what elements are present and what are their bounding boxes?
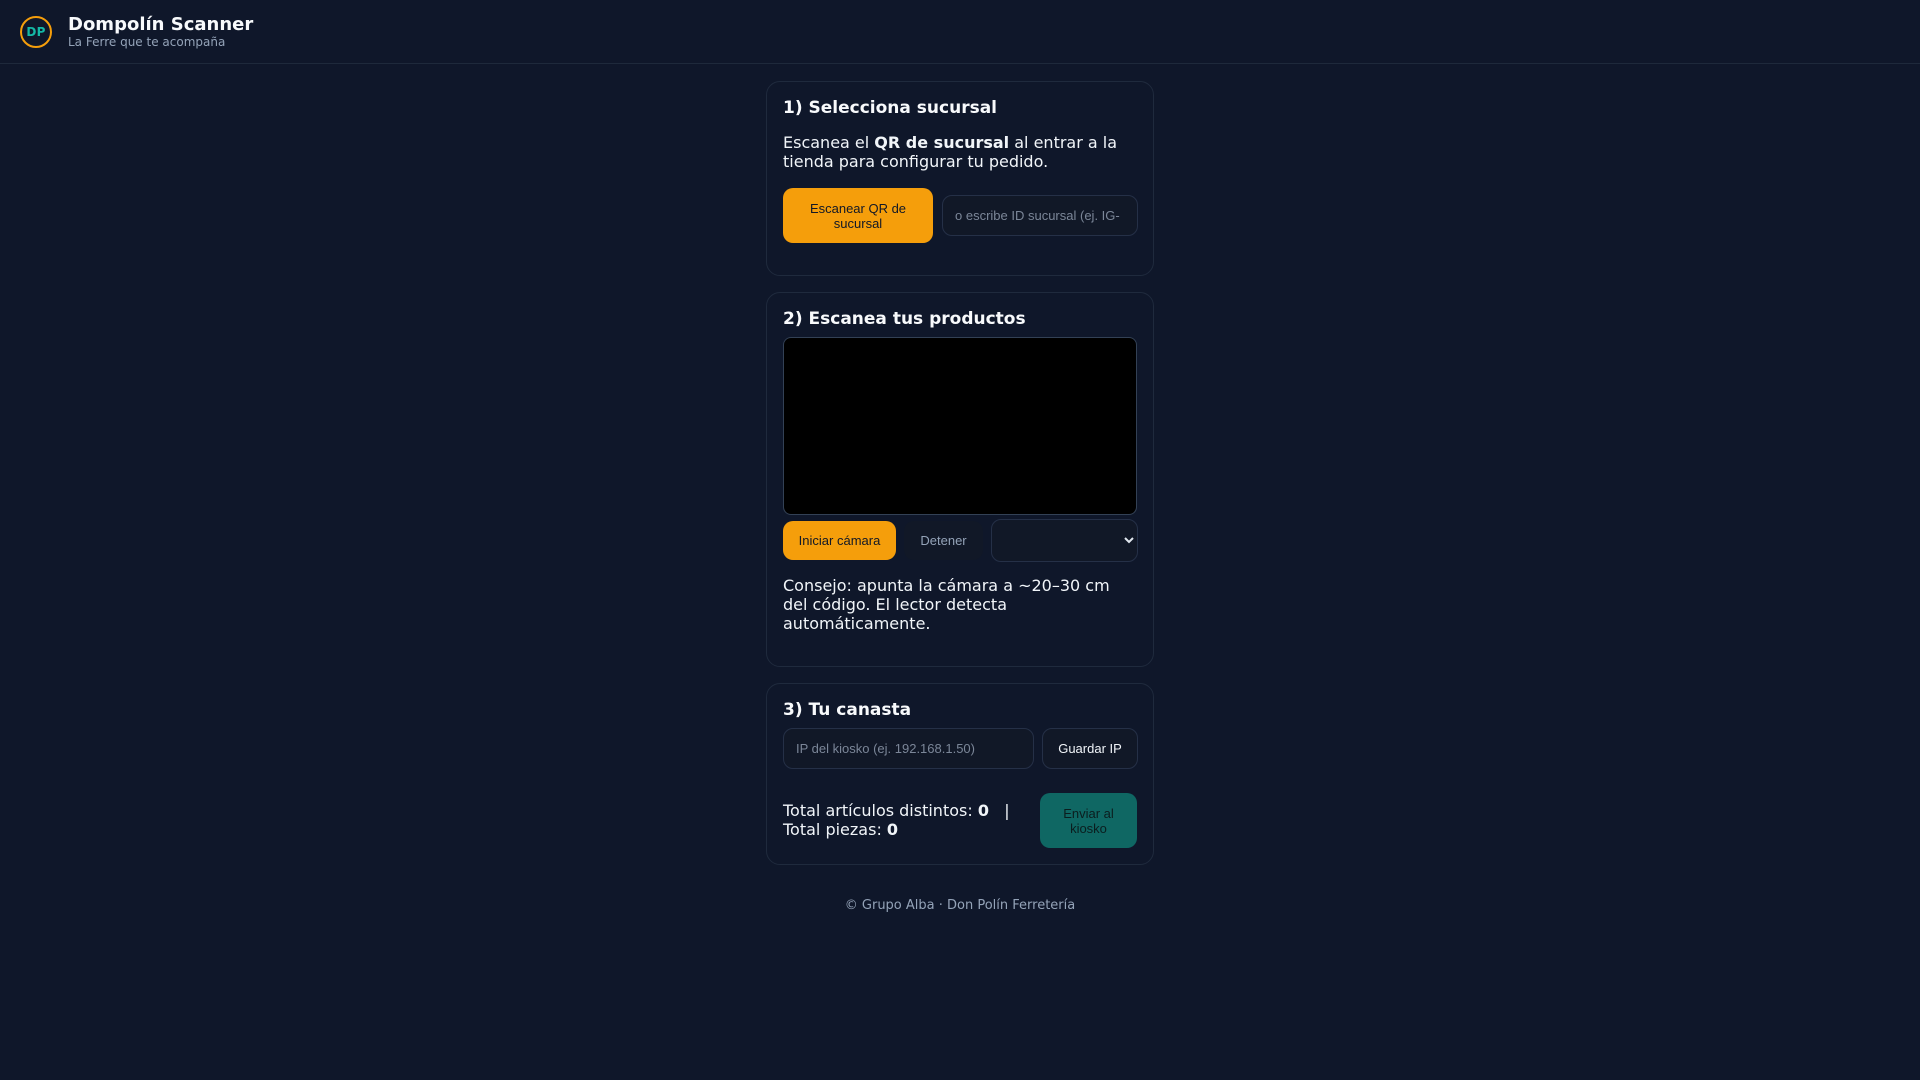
start-camera-button[interactable]: Iniciar cámara: [783, 521, 896, 560]
basket-card: 3) Tu canasta Guardar IP Total artículos…: [766, 683, 1154, 865]
camera-preview: [783, 337, 1137, 515]
distinct-items-count: 0: [977, 801, 989, 820]
brand-text: Dompolín Scanner La Ferre que te acompañ…: [68, 13, 254, 49]
total-pieces-label: Total piezas:: [783, 820, 887, 839]
scanner-card: 2) Escanea tus productos Iniciar cámara …: [766, 292, 1154, 667]
app-title: Dompolín Scanner: [68, 13, 254, 35]
branch-heading: 1) Selecciona sucursal: [783, 98, 998, 118]
branch-instructions: Escanea el QR de sucursal al entrar a la…: [783, 133, 1139, 171]
stop-camera-button[interactable]: Detener: [904, 521, 983, 560]
send-to-kiosk-button[interactable]: Enviar al kiosko: [1040, 793, 1137, 848]
app-subtitle: La Ferre que te acompaña: [68, 34, 226, 49]
total-pieces-count: 0: [886, 820, 899, 839]
branch-card: 1) Selecciona sucursal Escanea el QR de …: [766, 81, 1154, 276]
logo-text: DP: [26, 24, 46, 39]
branch-text-before: Escanea el: [783, 133, 875, 152]
totals-separator: |: [1004, 801, 1010, 820]
scanner-tip: Consejo: apunta la cámara a ~20–30 cm de…: [783, 576, 1110, 633]
basket-heading: 3) Tu canasta: [783, 700, 912, 720]
scan-branch-qr-button[interactable]: Escanear QR de sucursal: [783, 188, 933, 243]
kiosk-ip-input[interactable]: [783, 728, 1034, 769]
basket-totals: Total artículos distintos: 0 | Total pie…: [783, 801, 1013, 839]
brand-logo: DP: [20, 15, 52, 48]
distinct-items-label: Total artículos distintos:: [783, 801, 978, 820]
branch-text-bold: QR de sucursal: [874, 133, 1010, 152]
camera-select[interactable]: [991, 519, 1138, 562]
app-header: DP Dompolín Scanner La Ferre que te acom…: [0, 0, 1920, 64]
page-footer: © Grupo Alba · Don Polín Ferretería: [844, 898, 1076, 913]
save-ip-button[interactable]: Guardar IP: [1042, 728, 1138, 769]
scanner-heading: 2) Escanea tus productos: [783, 309, 1026, 329]
branch-id-input[interactable]: [942, 195, 1138, 236]
